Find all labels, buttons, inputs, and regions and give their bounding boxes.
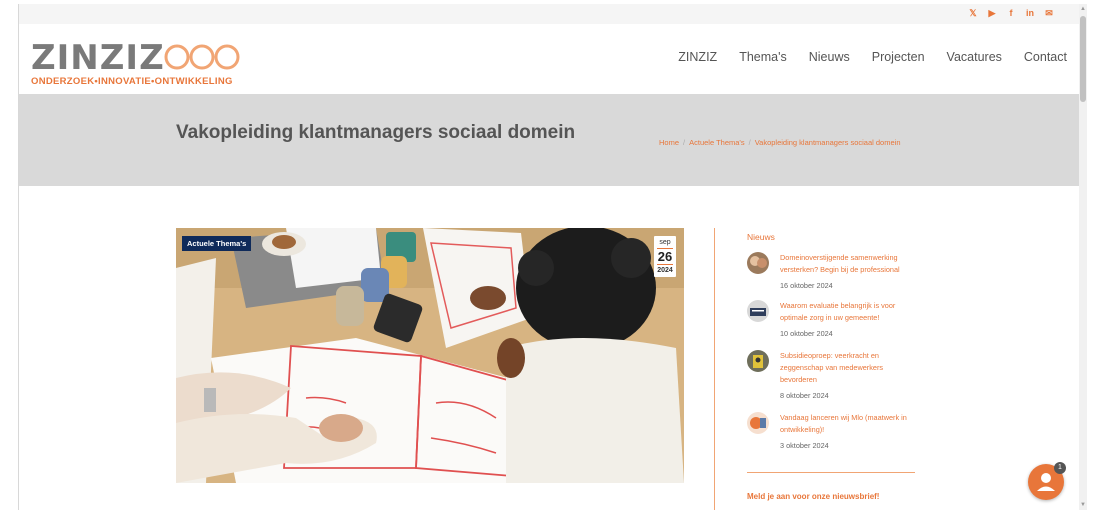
news-date: 8 oktober 2024 [780, 391, 829, 400]
site-logo[interactable]: ZINZIZ ONDERZOEK•INNOVATIE•ONTWIKKELING [31, 38, 241, 87]
date-month: sep [659, 239, 671, 246]
newsletter-heading[interactable]: Meld je aan voor onze nieuwsbrief! [747, 492, 879, 501]
breadcrumb-section[interactable]: Actuele Thema's [689, 138, 745, 147]
news-thumbnail-image [747, 412, 769, 434]
page-title: Vakopleiding klantmanagers sociaal domei… [176, 122, 576, 143]
featured-photo-illustration [176, 228, 684, 483]
news-item-text: Waarom evaluatie belangrijk is voor opti… [780, 300, 915, 340]
social-links: 𝕏 ▶ f in ✉ [967, 7, 1055, 19]
date-badge: sep 26 2024 [654, 236, 676, 277]
chat-unread-count: 1 [1054, 462, 1066, 474]
news-title[interactable]: Waarom evaluatie belangrijk is voor opti… [780, 300, 915, 324]
breadcrumb-current: Vakopleiding klantmanagers sociaal domei… [754, 138, 901, 147]
main-nav: ZINZIZ Thema's Nieuws Projecten Vacature… [678, 50, 1067, 64]
scroll-down-icon[interactable]: ▼ [1080, 502, 1086, 508]
breadcrumb-home[interactable]: Home [659, 138, 679, 147]
sidebar-heading: Nieuws [747, 232, 775, 242]
nav-item-nieuws[interactable]: Nieuws [809, 50, 850, 64]
news-date: 10 oktober 2024 [780, 329, 833, 338]
news-item-text: Domeinoverstijgende samenwerking verster… [780, 252, 915, 292]
date-day: 26 [657, 248, 673, 265]
news-title[interactable]: Vandaag lanceren wij Mlo (maatwerk in on… [780, 412, 915, 436]
news-thumbnail[interactable] [747, 252, 769, 274]
news-date: 3 oktober 2024 [780, 441, 829, 450]
news-title[interactable]: Subsidieoproep: veerkracht en zeggenscha… [780, 350, 915, 386]
sidebar-news: Nieuws Domeinoverstijgende samenwerking … [714, 228, 925, 510]
youtube-icon[interactable]: ▶ [986, 7, 998, 19]
facebook-icon[interactable]: f [1005, 7, 1017, 19]
news-thumbnail-image [747, 350, 769, 372]
scroll-up-icon[interactable]: ▲ [1080, 6, 1086, 12]
news-date: 16 oktober 2024 [780, 281, 833, 290]
scrollbar-thumb[interactable] [1080, 16, 1086, 102]
news-item-text: Subsidieoproep: veerkracht en zeggenscha… [780, 350, 915, 402]
nav-item-vacatures[interactable]: Vacatures [947, 50, 1002, 64]
news-thumbnail[interactable] [747, 300, 769, 322]
sidebar-divider [747, 472, 915, 473]
mail-icon[interactable]: ✉ [1043, 7, 1055, 19]
page-title-bar: Vakopleiding klantmanagers sociaal domei… [19, 94, 1079, 186]
date-year: 2024 [657, 267, 673, 274]
chat-widget-button[interactable]: 1 [1028, 462, 1066, 500]
logo-wordmark: ZINZIZ [31, 38, 165, 78]
news-thumbnail[interactable] [747, 350, 769, 372]
breadcrumb-separator: / [683, 138, 686, 147]
breadcrumb-separator: / [748, 138, 751, 147]
news-item-text: Vandaag lanceren wij Mlo (maatwerk in on… [780, 412, 915, 452]
nav-item-contact[interactable]: Contact [1024, 50, 1067, 64]
page-scrollbar[interactable]: ▲ ▼ [1079, 4, 1087, 510]
breadcrumb: Home / Actuele Thema's / Vakopleiding klantm… [659, 138, 900, 147]
featured-image[interactable]: Actuele Thema's sep 26 2024 [176, 228, 684, 483]
logo-rings-icon [164, 44, 240, 70]
site-header: ZINZIZ ONDERZOEK•INNOVATIE•ONTWIKKELING … [19, 24, 1079, 95]
browser-viewport: 𝕏 ▶ f in ✉ ZINZIZ ONDERZOEK•INNOVATIE•ON… [18, 4, 1080, 510]
news-title[interactable]: Domeinoverstijgende samenwerking verster… [780, 252, 915, 276]
logo-tagline: ONDERZOEK•INNOVATIE•ONTWIKKELING [31, 76, 233, 87]
nav-item-themas[interactable]: Thema's [739, 50, 787, 64]
top-bar: 𝕏 ▶ f in ✉ [19, 4, 1079, 24]
category-badge[interactable]: Actuele Thema's [182, 236, 252, 251]
nav-item-zinziz[interactable]: ZINZIZ [678, 50, 717, 64]
news-thumbnail[interactable] [747, 412, 769, 434]
linkedin-icon[interactable]: in [1024, 7, 1036, 19]
x-icon[interactable]: 𝕏 [967, 7, 979, 19]
nav-item-projecten[interactable]: Projecten [872, 50, 925, 64]
news-thumbnail-image [747, 300, 769, 322]
news-thumbnail-image [747, 252, 769, 274]
